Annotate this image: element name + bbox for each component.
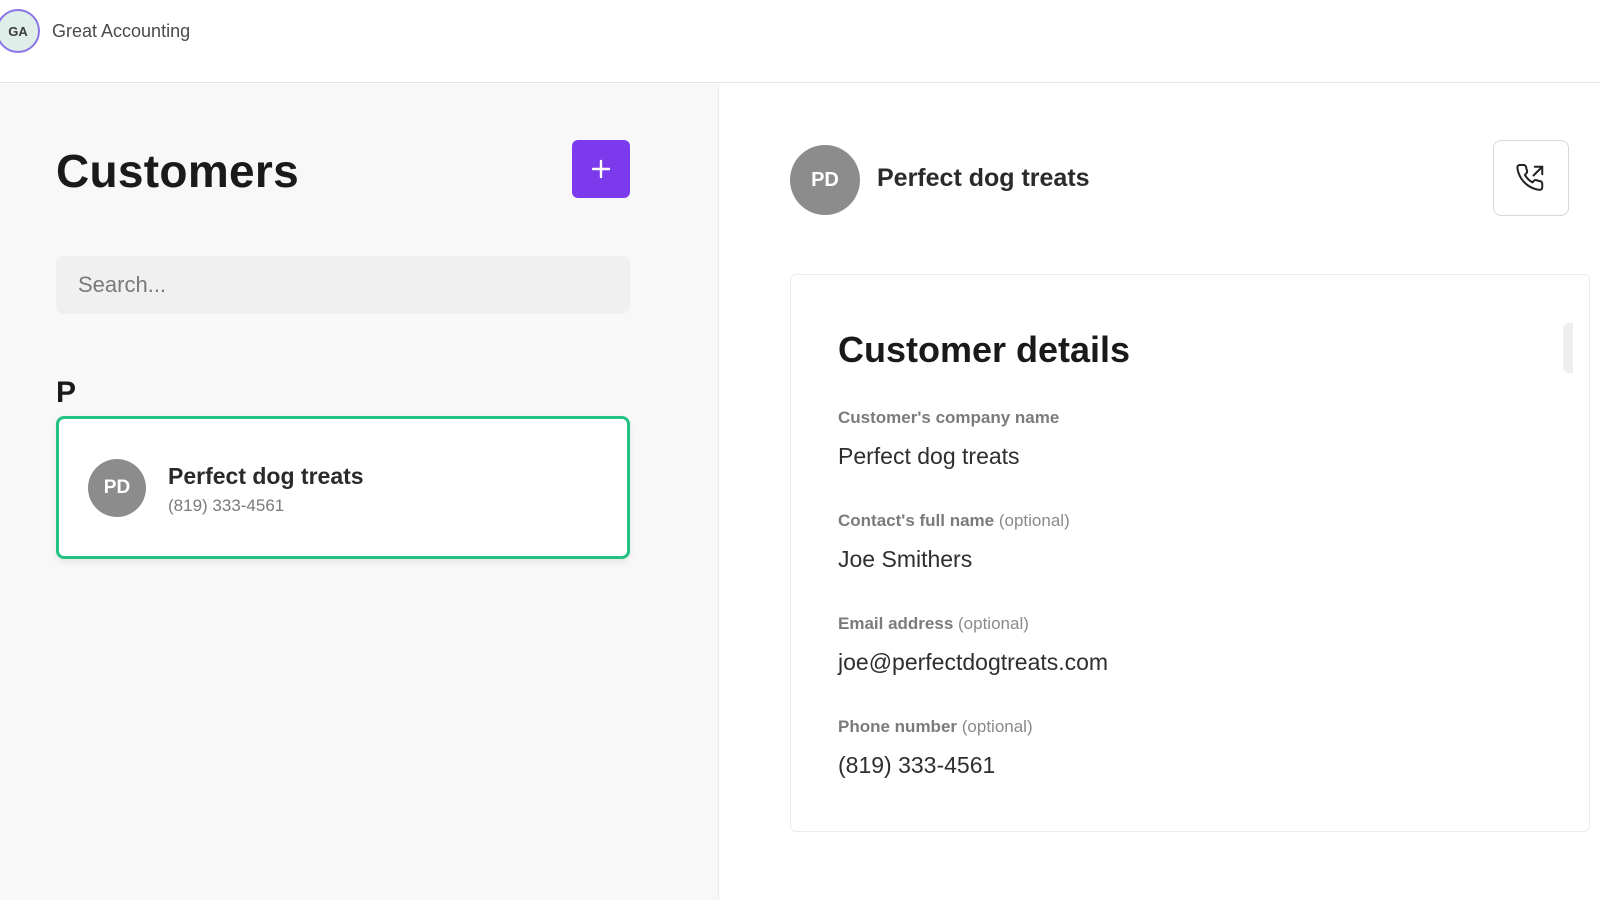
call-button[interactable] xyxy=(1493,140,1569,216)
field-label-contact: Contact's full name (optional) xyxy=(838,511,1070,530)
customer-detail-panel: PD Perfect dog treats Customer details C… xyxy=(720,84,1600,900)
customers-panel: Customers P PD Perfect dog treats (819) … xyxy=(0,84,719,900)
field-value-company[interactable]: Perfect dog treats xyxy=(838,443,1020,470)
field-value-contact[interactable]: Joe Smithers xyxy=(838,546,972,573)
org-name[interactable]: Great Accounting xyxy=(52,21,190,42)
detail-avatar: PD xyxy=(790,145,860,215)
field-label-email: Email address (optional) xyxy=(838,614,1029,633)
customer-details-card: Customer details Customer's company name… xyxy=(790,274,1590,832)
top-bar: GA Great Accounting xyxy=(0,0,1600,83)
detail-customer-name: Perfect dog treats xyxy=(877,164,1090,192)
group-letter: P xyxy=(56,376,77,409)
card-scroll-tab[interactable] xyxy=(1563,323,1573,373)
search-input[interactable] xyxy=(56,256,630,314)
customer-name: Perfect dog treats xyxy=(168,463,364,489)
phone-outgoing-icon xyxy=(1516,163,1544,191)
page-title: Customers xyxy=(56,145,299,197)
field-label-phone: Phone number (optional) xyxy=(838,717,1033,736)
details-title: Customer details xyxy=(838,329,1131,370)
add-customer-button[interactable] xyxy=(572,140,630,198)
plus-icon xyxy=(591,159,611,179)
field-value-email[interactable]: joe@perfectdogtreats.com xyxy=(838,649,1108,676)
customer-avatar: PD xyxy=(88,459,146,517)
customer-list-item[interactable]: PD Perfect dog treats (819) 333-4561 xyxy=(56,416,630,559)
customer-phone: (819) 333-4561 xyxy=(168,496,285,515)
field-label-company: Customer's company name xyxy=(838,408,1060,427)
org-avatar[interactable]: GA xyxy=(0,9,40,53)
field-value-phone[interactable]: (819) 333-4561 xyxy=(838,752,995,779)
